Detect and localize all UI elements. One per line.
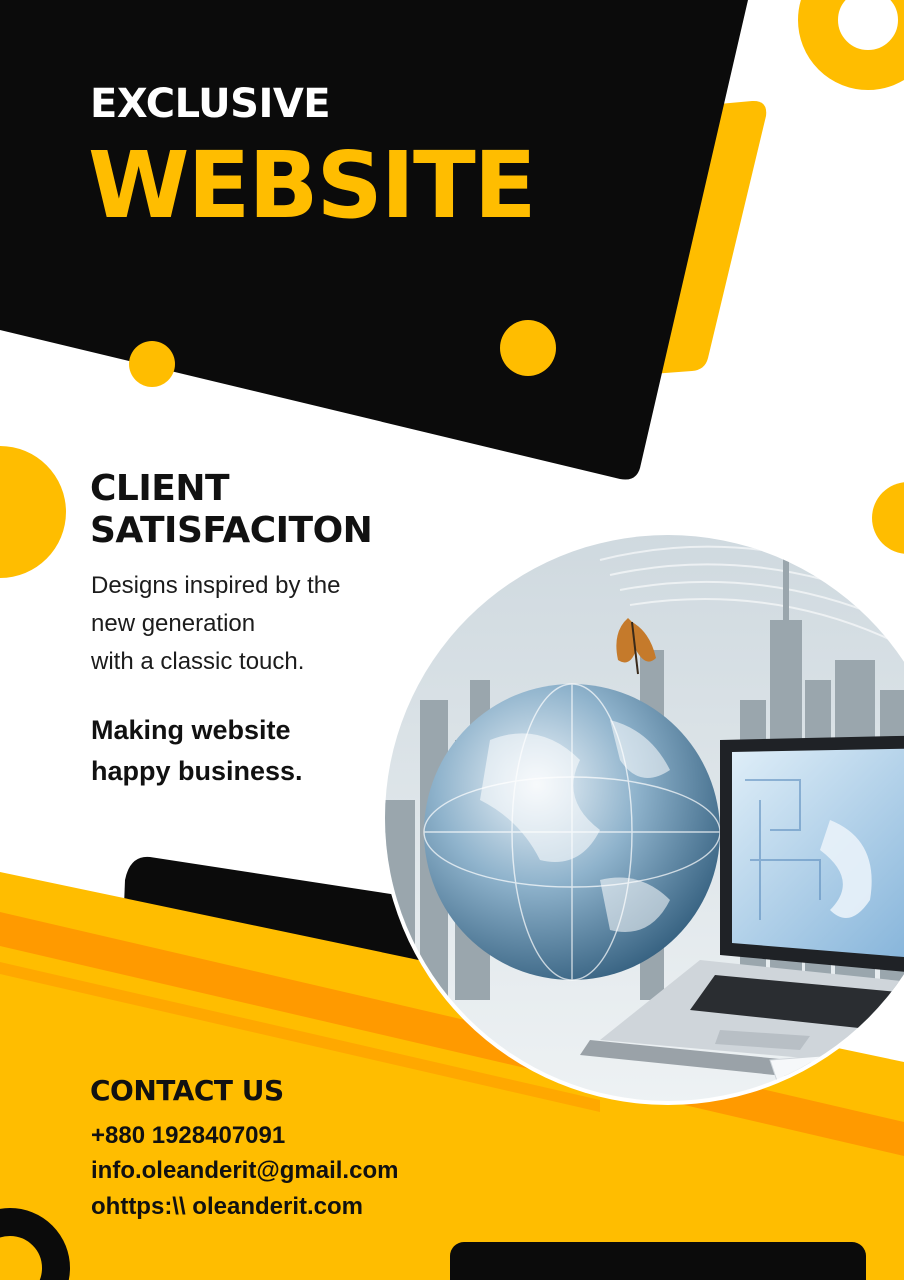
description-line: with a classic touch. [91, 647, 305, 675]
contact-heading: CONTACT US [90, 1074, 284, 1107]
top-ring-shape [798, 0, 904, 90]
yellow-dot-shape [129, 341, 175, 387]
contact-email: info.oleanderit@gmail.com [91, 1157, 399, 1184]
tagline-line: happy business. [91, 755, 303, 786]
black-header-shape [0, 0, 748, 480]
description-line: new generation [91, 609, 256, 637]
tagline-text: Making website happy business. [91, 710, 303, 791]
flyer-page: EXCLUSIVE WEBSITE CLIENT SATISFACITON De… [0, 0, 904, 1280]
headline-title: WEBSITE [88, 132, 537, 239]
bottom-bar-shape [450, 1242, 866, 1280]
left-half-circle-shape [0, 446, 66, 578]
section-heading-line: CLIENT [90, 468, 230, 509]
contact-phone: +880 1928407091 [91, 1122, 286, 1149]
right-half-circle-shape [872, 482, 904, 554]
section-heading: CLIENT SATISFACITON [90, 468, 373, 552]
yellow-dot-shape [500, 320, 556, 376]
description-text: Designs inspired by the new generation w… [91, 567, 340, 681]
description-line: Designs inspired by the [91, 572, 341, 599]
tagline-line: Making website [91, 715, 291, 745]
contact-website: ohttps:\\ oleanderit.com [91, 1193, 364, 1220]
section-heading-line: SATISFACITON [90, 510, 373, 552]
headline-kicker: EXCLUSIVE [90, 81, 331, 127]
